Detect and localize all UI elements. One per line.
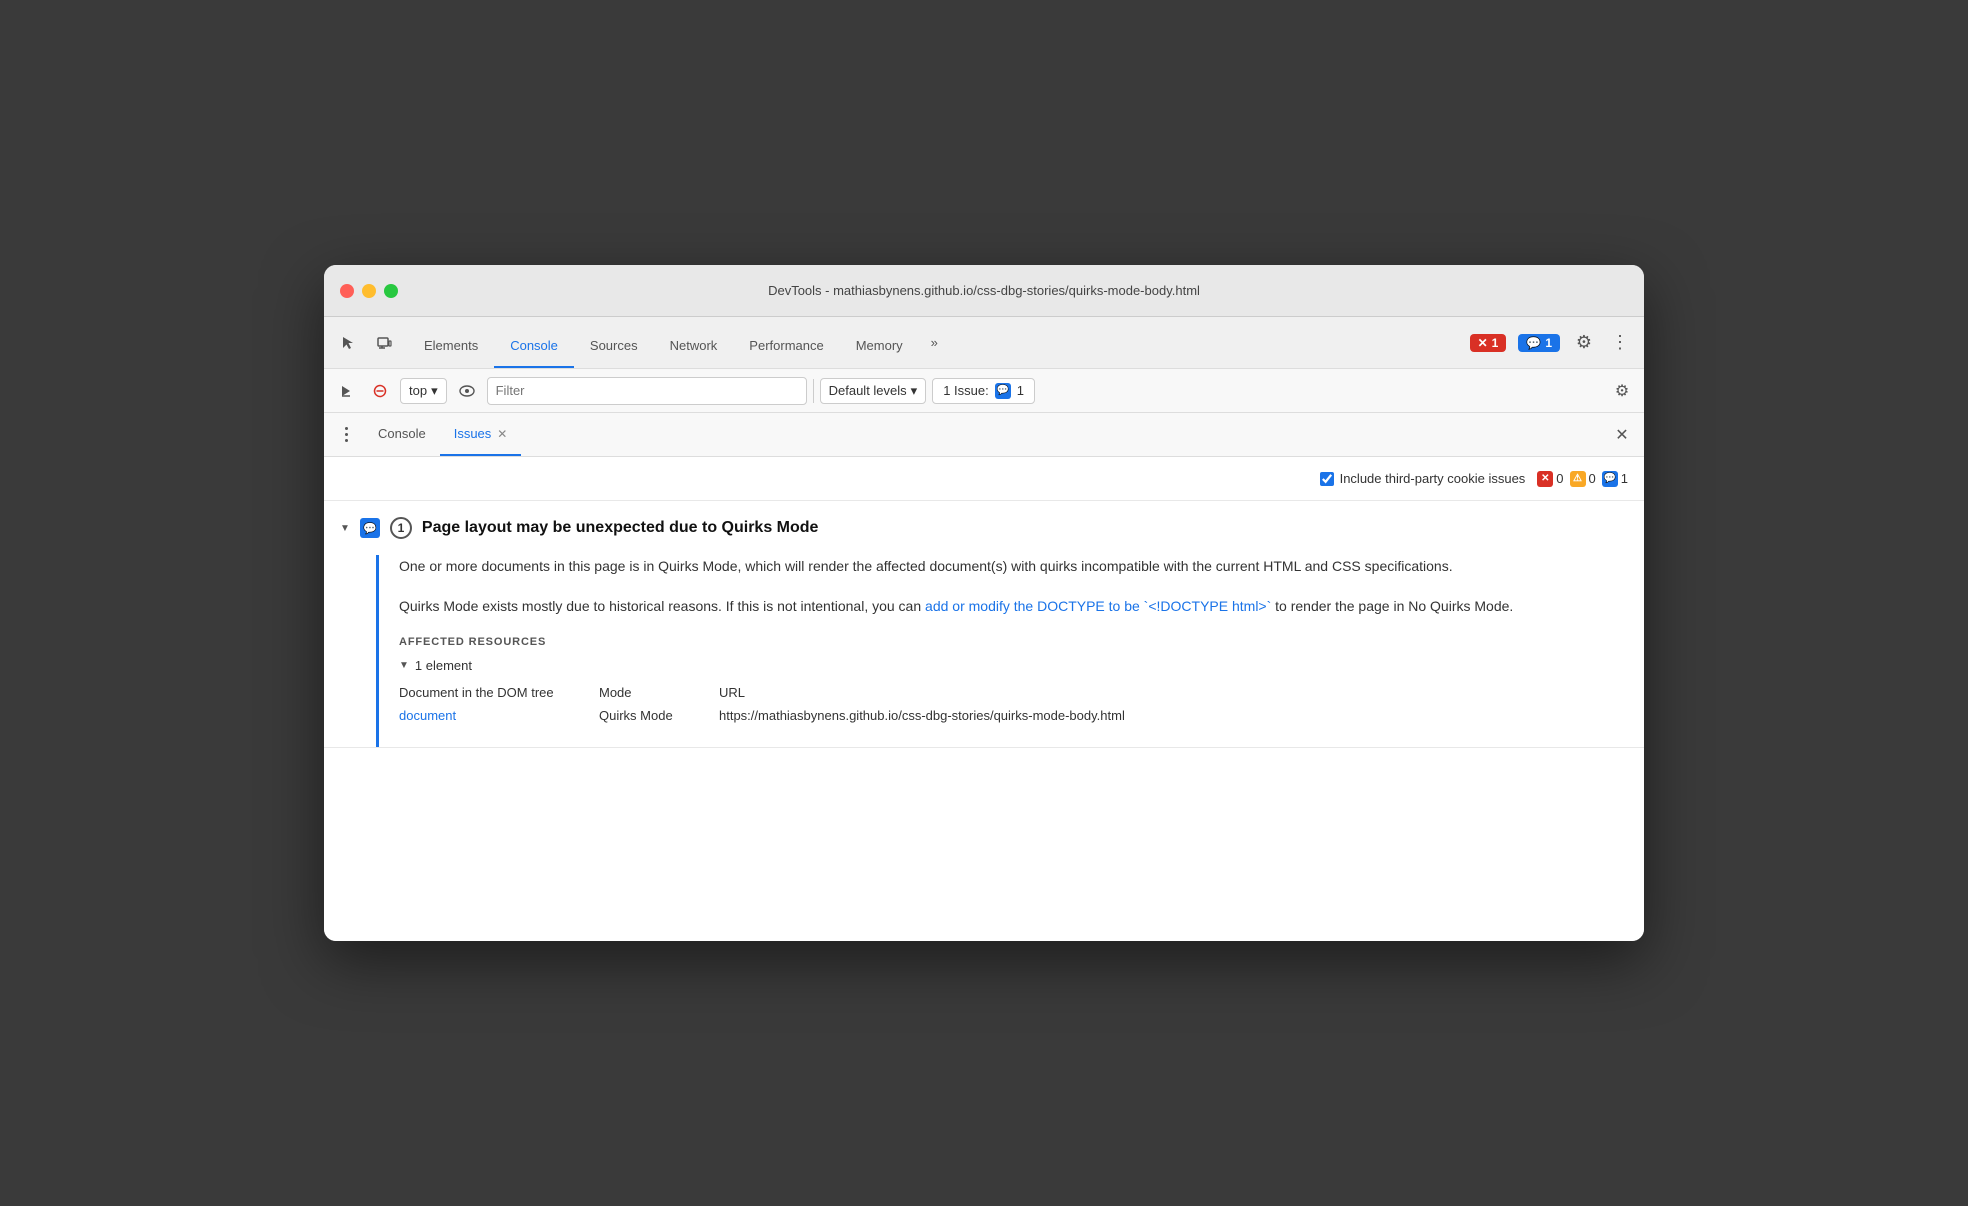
error-count-badge[interactable]: ✕ 1 [1470, 334, 1507, 352]
error-count-indicator: ✕ 0 [1537, 471, 1563, 487]
col-header-url: URL [719, 681, 1624, 704]
warning-badge-icon: ⚠ [1570, 471, 1586, 487]
issue-type-icon: 💬 [360, 518, 380, 538]
context-selector[interactable]: top ▾ [400, 378, 447, 404]
panel-tabs: Console Issues ✕ ✕ [324, 413, 1644, 457]
devtools-window: DevTools - mathiasbynens.github.io/css-d… [324, 265, 1644, 941]
chevron-down-icon: ▾ [911, 383, 918, 399]
issue-group-header[interactable]: ▼ 💬 1 Page layout may be unexpected due … [324, 501, 1644, 555]
tab-elements[interactable]: Elements [408, 324, 494, 368]
issue-detail: One or more documents in this page is in… [376, 555, 1644, 747]
info-icon: 💬 [1526, 336, 1541, 350]
maximize-button[interactable] [384, 284, 398, 298]
console-settings-button[interactable]: ⚙ [1608, 377, 1636, 405]
levels-selector[interactable]: Default levels ▾ [820, 378, 927, 404]
resources-table: Document in the DOM tree Mode URL docume… [399, 681, 1624, 727]
element-collapse-icon: ▼ [399, 660, 409, 671]
issue-description-2: Quirks Mode exists mostly due to histori… [399, 595, 1624, 617]
element-group-header[interactable]: ▼ 1 element [399, 658, 1624, 673]
tab-bar: Elements Console Sources Network Perform… [324, 317, 1644, 369]
tab-network[interactable]: Network [654, 324, 734, 368]
issues-filter-bar: Include third-party cookie issues ✕ 0 ⚠ … [324, 457, 1644, 501]
execute-button[interactable] [332, 377, 360, 405]
cell-mode: Quirks Mode [599, 704, 719, 727]
error-icon: ✕ [1478, 336, 1488, 350]
cell-document: document [399, 704, 599, 727]
filter-input[interactable] [487, 377, 807, 405]
affected-resources-label: AFFECTED RESOURCES [399, 636, 1624, 648]
clear-console-button[interactable] [366, 377, 394, 405]
minimize-button[interactable] [362, 284, 376, 298]
window-title: DevTools - mathiasbynens.github.io/css-d… [768, 283, 1200, 298]
issues-badge-button[interactable]: 1 Issue: 💬 1 [932, 378, 1035, 404]
cursor-icon[interactable] [332, 327, 364, 359]
info-count-indicator: 💬 1 [1602, 471, 1628, 487]
window-controls [340, 284, 398, 298]
col-header-document: Document in the DOM tree [399, 681, 599, 704]
more-options-button[interactable]: ⋮ [1604, 327, 1636, 359]
tab-sources[interactable]: Sources [574, 324, 654, 368]
collapse-arrow-icon: ▼ [340, 523, 350, 534]
close-button[interactable] [340, 284, 354, 298]
issue-title: Page layout may be unexpected due to Qui… [422, 519, 819, 537]
issue-group: ▼ 💬 1 Page layout may be unexpected due … [324, 501, 1644, 748]
tab-memory[interactable]: Memory [840, 324, 919, 368]
error-badge-icon: ✕ [1537, 471, 1553, 487]
tab-console[interactable]: Console [494, 324, 574, 368]
panel-options-dots[interactable] [332, 421, 360, 449]
console-toolbar: top ▾ Default levels ▾ 1 Issue: 💬 1 ⚙ [324, 369, 1644, 413]
cookie-checkbox[interactable] [1320, 472, 1334, 486]
main-tab-bar: Elements Console Sources Network Perform… [404, 317, 919, 368]
panel-tab-issues[interactable]: Issues ✕ [440, 413, 522, 456]
table-row: document Quirks Mode https://mathiasbyne… [399, 704, 1624, 727]
info-count-badge[interactable]: 💬 1 [1518, 334, 1560, 352]
issues-panel: ▼ 💬 1 Page layout may be unexpected due … [324, 501, 1644, 941]
close-panel-button[interactable]: ✕ [1608, 421, 1636, 449]
close-issues-tab-button[interactable]: ✕ [497, 427, 507, 441]
settings-button[interactable]: ⚙ [1568, 327, 1600, 359]
issue-count-icon: 💬 [995, 383, 1011, 399]
issue-description-1: One or more documents in this page is in… [399, 555, 1624, 577]
device-icon[interactable] [368, 327, 400, 359]
title-bar: DevTools - mathiasbynens.github.io/css-d… [324, 265, 1644, 317]
document-link[interactable]: document [399, 708, 456, 723]
cookie-checkbox-label[interactable]: Include third-party cookie issues [1320, 471, 1526, 486]
filter-divider [813, 379, 814, 403]
issue-count-circle: 1 [390, 517, 412, 539]
info-badge-icon: 💬 [1602, 471, 1618, 487]
col-header-mode: Mode [599, 681, 719, 704]
issue-count-group: ✕ 0 ⚠ 0 💬 1 [1537, 471, 1628, 487]
eye-button[interactable] [453, 377, 481, 405]
chevron-down-icon: ▾ [431, 383, 438, 399]
cell-url: https://mathiasbynens.github.io/css-dbg-… [719, 704, 1624, 727]
tab-performance[interactable]: Performance [733, 324, 839, 368]
doctype-link[interactable]: add or modify the DOCTYPE to be `<!DOCTY… [925, 598, 1271, 614]
warning-count-indicator: ⚠ 0 [1570, 471, 1596, 487]
element-group: ▼ 1 element Document in the DOM tree Mod… [399, 658, 1624, 727]
more-tabs-button[interactable]: » [923, 321, 946, 365]
panel-tab-console[interactable]: Console [364, 413, 440, 456]
